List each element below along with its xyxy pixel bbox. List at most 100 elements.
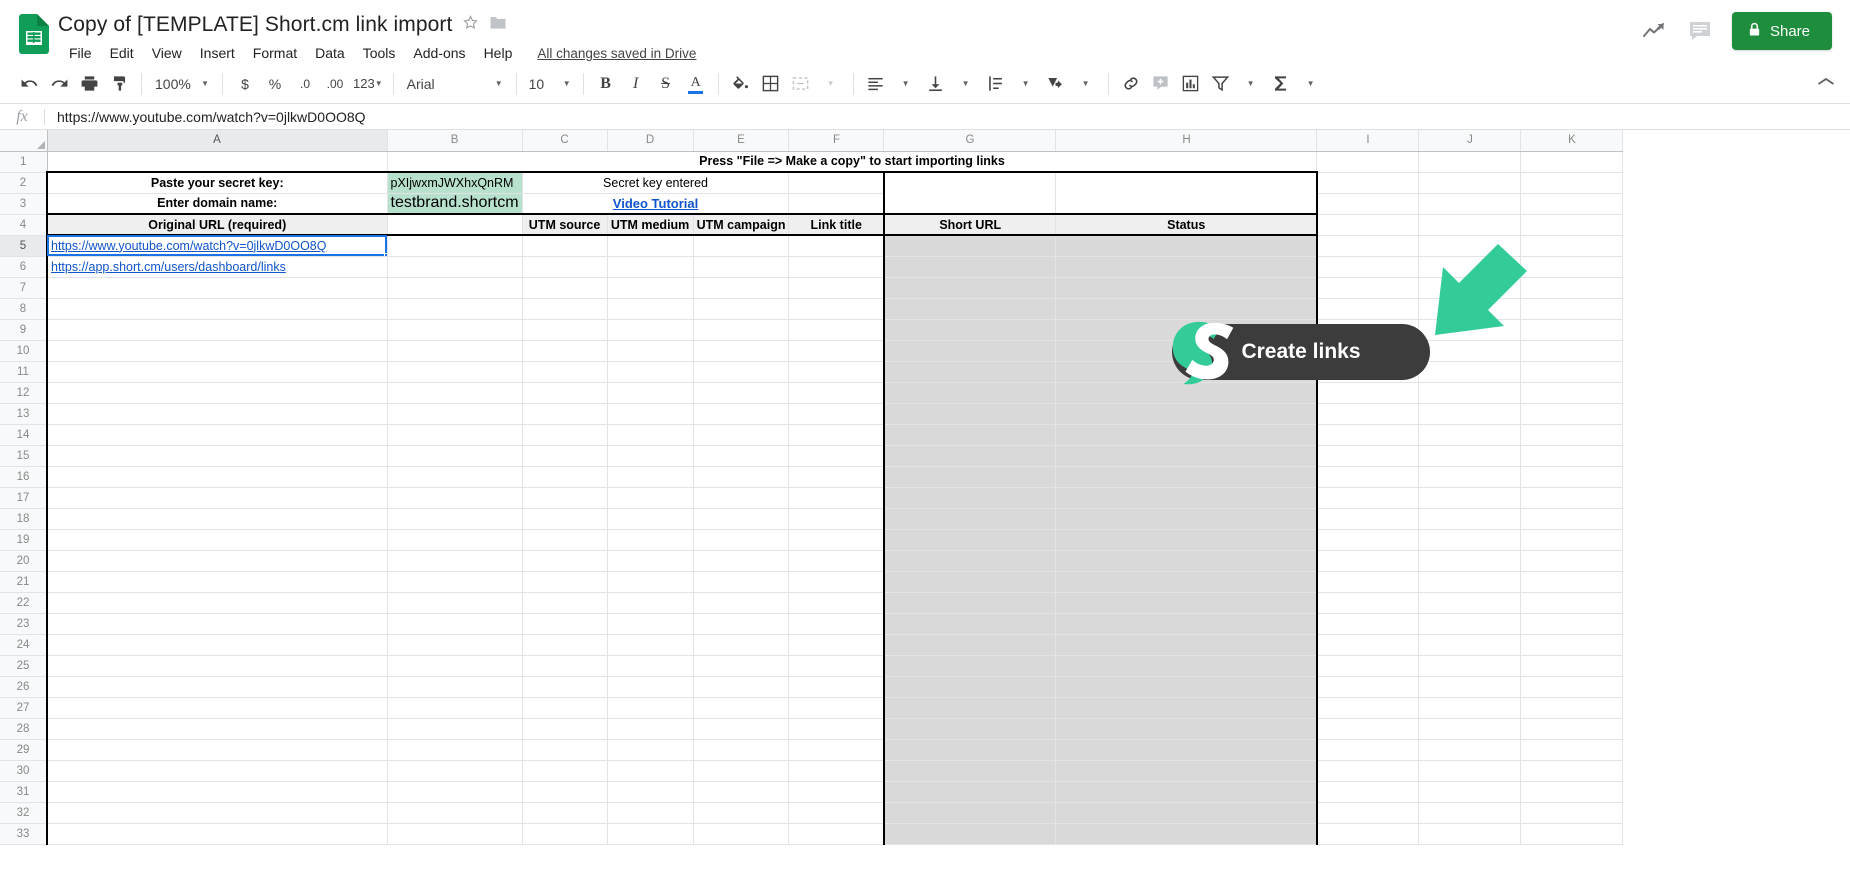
redo-icon[interactable] (44, 69, 74, 99)
cell-a24[interactable] (46, 634, 388, 656)
percent-format-button[interactable]: % (260, 69, 290, 99)
cell-g32[interactable] (883, 802, 1057, 824)
cell-j27[interactable] (1418, 697, 1522, 719)
cell-f23[interactable] (788, 613, 885, 635)
cell-i21[interactable] (1316, 571, 1420, 593)
cell-e18[interactable] (693, 508, 790, 530)
cell-a22[interactable] (46, 592, 388, 614)
cell-i2[interactable] (1316, 172, 1420, 194)
cell-g7[interactable] (883, 277, 1057, 299)
cell-c33[interactable] (522, 823, 608, 845)
cell-f13[interactable] (788, 403, 885, 425)
text-rotation-chevron-icon[interactable]: ▼ (1071, 69, 1101, 99)
cell-b33[interactable] (387, 823, 523, 845)
cell-f17[interactable] (788, 487, 885, 509)
filter-chevron-icon[interactable]: ▼ (1236, 69, 1266, 99)
cell-a18[interactable] (46, 508, 388, 530)
cell-b5[interactable] (387, 235, 523, 257)
cell-d10[interactable] (607, 340, 694, 362)
cell-e31[interactable] (693, 781, 790, 803)
cell-h32[interactable] (1055, 802, 1318, 824)
cell-e17[interactable] (693, 487, 790, 509)
cell-g33[interactable] (883, 823, 1057, 845)
cell-a25[interactable] (46, 655, 388, 677)
cell-h17[interactable] (1055, 487, 1318, 509)
cell-h26[interactable] (1055, 676, 1318, 698)
cell-i25[interactable] (1316, 655, 1420, 677)
secret-key-label-cell[interactable]: Paste your secret key: (46, 171, 388, 194)
cell-j16[interactable] (1418, 466, 1522, 488)
cell-d24[interactable] (607, 634, 694, 656)
cell-i27[interactable] (1316, 697, 1420, 719)
undo-icon[interactable] (14, 69, 44, 99)
column-header-b[interactable]: B (387, 130, 523, 152)
horizontal-align-chevron-icon[interactable]: ▼ (891, 69, 921, 99)
cell-f11[interactable] (788, 361, 885, 383)
cell-j7[interactable] (1418, 277, 1522, 299)
row-header-14[interactable]: 14 (0, 424, 48, 446)
column-header-e[interactable]: E (693, 130, 790, 152)
cell-g6[interactable] (883, 256, 1057, 278)
cell-d14[interactable] (607, 424, 694, 446)
cell-c21[interactable] (522, 571, 608, 593)
fill-color-icon[interactable] (726, 69, 756, 99)
cell-k11[interactable] (1520, 361, 1624, 383)
comment-icon[interactable] (1688, 20, 1712, 42)
cell-j29[interactable] (1418, 739, 1522, 761)
italic-button[interactable]: I (621, 69, 651, 99)
cell-i20[interactable] (1316, 550, 1420, 572)
header-status[interactable]: Status (1055, 213, 1318, 236)
domain-label-cell[interactable]: Enter domain name: (46, 193, 388, 215)
cell-a6[interactable]: https://app.short.cm/users/dashboard/lin… (46, 256, 388, 278)
cell-i26[interactable] (1316, 676, 1420, 698)
cell-a19[interactable] (46, 529, 388, 551)
cell-d13[interactable] (607, 403, 694, 425)
cell-f29[interactable] (788, 739, 885, 761)
cell-k30[interactable] (1520, 760, 1624, 782)
cell-d28[interactable] (607, 718, 694, 740)
cell-g18[interactable] (883, 508, 1057, 530)
cell-e33[interactable] (693, 823, 790, 845)
row-header-6[interactable]: 6 (0, 256, 48, 278)
cell-j23[interactable] (1418, 613, 1522, 635)
cell-k8[interactable] (1520, 298, 1624, 320)
row-header-18[interactable]: 18 (0, 508, 48, 530)
cell-h23[interactable] (1055, 613, 1318, 635)
cell-h30[interactable] (1055, 760, 1318, 782)
cell-c6[interactable] (522, 256, 608, 278)
cell-a30[interactable] (46, 760, 388, 782)
cell-c12[interactable] (522, 382, 608, 404)
cell-i5[interactable] (1316, 235, 1420, 257)
cell-b6[interactable] (387, 256, 523, 278)
cell-h31[interactable] (1055, 781, 1318, 803)
menu-insert[interactable]: Insert (191, 42, 244, 64)
menu-addons[interactable]: Add-ons (404, 42, 474, 64)
cell-h13[interactable] (1055, 403, 1318, 425)
video-tutorial-cell[interactable]: Video Tutorial (522, 193, 790, 215)
row-header-19[interactable]: 19 (0, 529, 48, 551)
filter-icon[interactable] (1206, 69, 1236, 99)
cell-j11[interactable] (1418, 361, 1522, 383)
cell-a1[interactable] (47, 151, 388, 173)
cell-g19[interactable] (883, 529, 1057, 551)
cell-b32[interactable] (387, 802, 523, 824)
cell-h5[interactable] (1055, 235, 1318, 257)
cell-j18[interactable] (1418, 508, 1522, 530)
cell-e25[interactable] (693, 655, 790, 677)
cell-h19[interactable] (1055, 529, 1318, 551)
cell-g28[interactable] (883, 718, 1057, 740)
cell-k6[interactable] (1520, 256, 1624, 278)
column-header-k[interactable]: K (1520, 130, 1624, 152)
cell-d11[interactable] (607, 361, 694, 383)
cell-i22[interactable] (1316, 592, 1420, 614)
select-all-corner[interactable] (0, 130, 48, 152)
cell-g8[interactable] (883, 298, 1057, 320)
cell-h28[interactable] (1055, 718, 1318, 740)
cell-k16[interactable] (1520, 466, 1624, 488)
cell-d31[interactable] (607, 781, 694, 803)
row-header-8[interactable]: 8 (0, 298, 48, 320)
merge-options-chevron-icon[interactable]: ▼ (816, 69, 846, 99)
cell-g20[interactable] (883, 550, 1057, 572)
cell-c23[interactable] (522, 613, 608, 635)
cell-i15[interactable] (1316, 445, 1420, 467)
